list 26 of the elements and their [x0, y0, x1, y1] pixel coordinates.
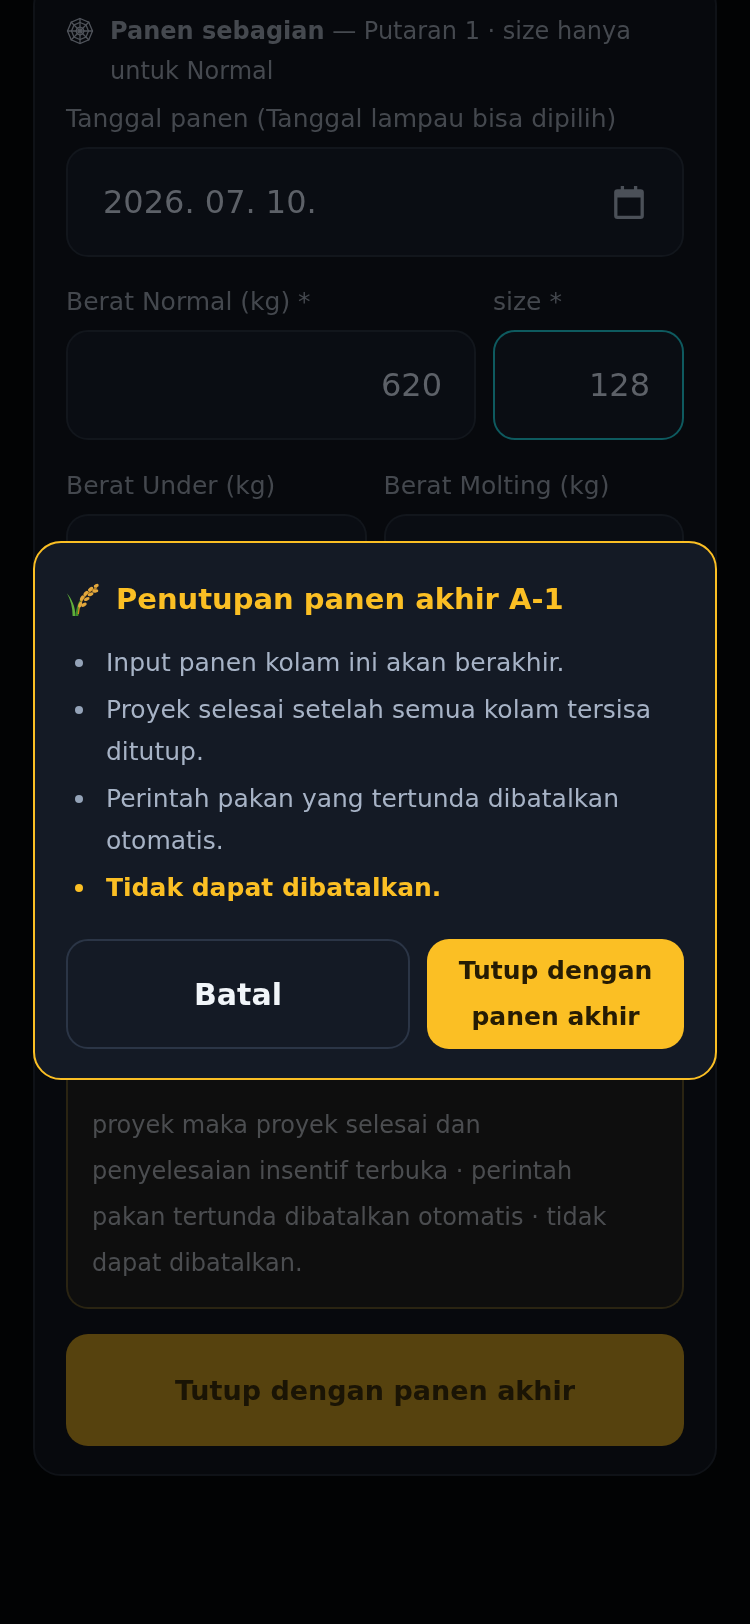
cancel-button[interactable]: Batal [66, 939, 410, 1049]
list-item-text: Input panen kolam ini akan berakhir. [106, 647, 565, 679]
date-field[interactable]: 2026. 07. 10. [66, 147, 684, 257]
bullet-icon [75, 706, 83, 714]
confirm-button[interactable]: Tutup dengan panen akhir [427, 939, 684, 1049]
section-heading: Panen sebagian — Putaran 1 · size hanya untuk Normal [110, 16, 632, 87]
field-label: Berat Under (kg) [66, 470, 277, 502]
field-label: Tanggal panen (Tanggal lampau bisa dipilih) [66, 103, 618, 135]
close-harvest-button[interactable]: Tutup dengan panen akhir [66, 1334, 684, 1446]
bullet-icon [75, 659, 83, 667]
field-label: Berat Normal (kg) * [66, 286, 312, 318]
number-field[interactable] [383, 514, 684, 542]
list-item-text: Proyek selesai setelah semua kolam tersisa ditutup. [106, 694, 652, 768]
bullet-icon [75, 795, 83, 803]
number-field[interactable] [66, 514, 367, 542]
number-field[interactable]: 128 [493, 330, 684, 440]
field-label: Berat Molting (kg) [383, 470, 611, 502]
rice-stalk-icon [66, 582, 100, 616]
spider-web-icon [66, 17, 94, 45]
list-item-text: Tidak dapat dibatalkan. [106, 872, 442, 904]
bullet-icon [75, 884, 83, 892]
number-field[interactable]: 620 [66, 330, 476, 440]
list-item-text: Perintah pakan yang tertunda dibatalkan otomatis. [106, 783, 621, 857]
dialog-title: Penutupan panen akhir A-1 [116, 582, 564, 616]
field-label: size * [493, 286, 563, 318]
warning-note: proyek maka proyek selesai dan penyelesaian insentif terbuka · perintah pakan tertunda dibatalkan otomatis · tidak dapat dibatalkan. [66, 1080, 684, 1309]
